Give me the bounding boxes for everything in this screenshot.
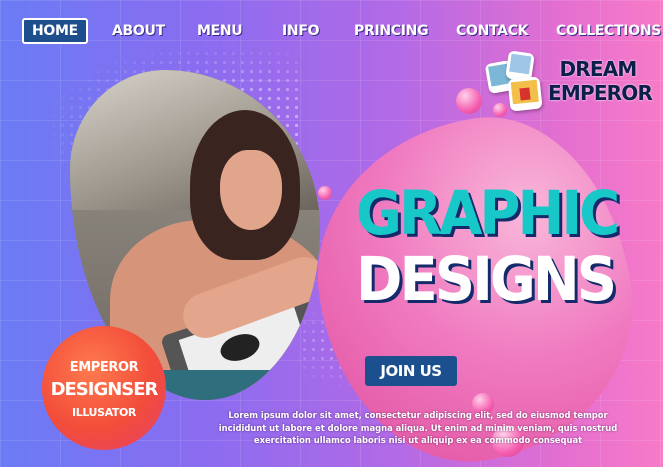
nav-item-info[interactable]: INFO	[282, 18, 320, 44]
nav-item-about[interactable]: ABOUT	[112, 18, 165, 44]
badge-line-2: DESIGNSER	[50, 379, 159, 400]
headline-designs: DESIGNS	[356, 244, 617, 315]
nav-item-home[interactable]: HOME	[22, 18, 88, 44]
hero-headline: GRAPHIC DESIGNS	[356, 178, 656, 312]
description-text: Lorem ipsum dolor sit amet, consectetur …	[218, 410, 618, 445]
brand-line-2: EMPEROR	[548, 81, 653, 105]
join-us-button[interactable]: JOIN US	[365, 356, 457, 386]
headline-graphic: GRAPHIC	[356, 178, 620, 249]
nav-item-menu[interactable]: MENU	[197, 18, 243, 44]
bubble-decoration	[318, 186, 332, 200]
designer-badge: EMPEROR DESIGNSER ILLUSATOR	[42, 326, 166, 450]
bubble-decoration	[456, 88, 482, 114]
badge-line-3: ILLUSATOR	[72, 406, 136, 419]
photo-collage-icon	[484, 50, 545, 112]
landing-page: HOME ABOUT MENU INFO PRINCING CONTACK CO…	[0, 0, 663, 467]
badge-line-1: EMPEROR	[69, 360, 139, 375]
main-nav: HOME ABOUT MENU INFO PRINCING CONTACK CO…	[22, 18, 661, 46]
nav-item-collections[interactable]: COLLECTIONS	[556, 18, 661, 44]
nav-item-pricing[interactable]: PRINCING	[354, 18, 429, 44]
brand-logo[interactable]: DREAM EMPEROR	[548, 57, 653, 105]
brand-line-1: DREAM	[559, 57, 637, 81]
nav-item-contact[interactable]: CONTACK	[456, 18, 529, 44]
